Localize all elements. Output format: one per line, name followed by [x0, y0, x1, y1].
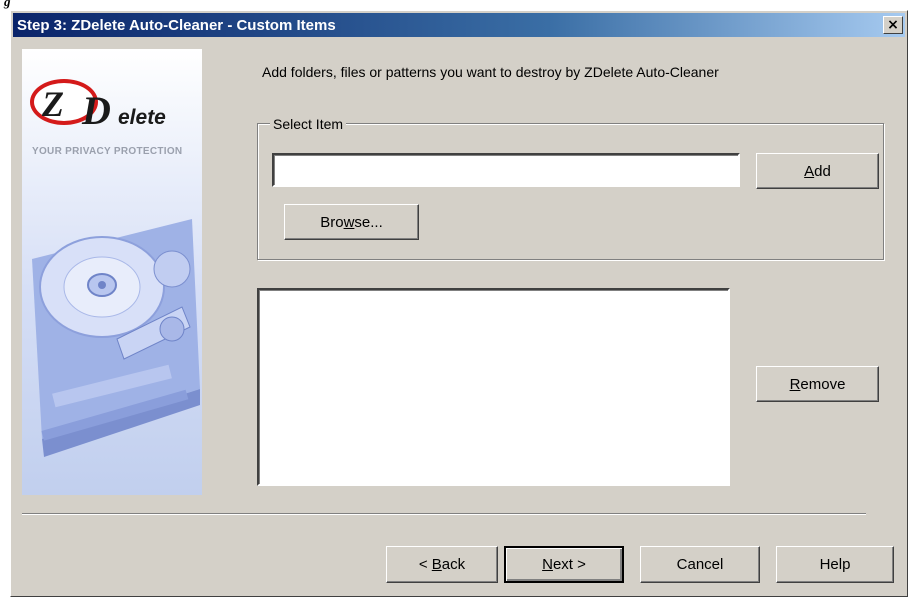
hard-drive-illustration	[32, 219, 200, 457]
back-button[interactable]: < Back	[386, 546, 498, 583]
logo-elete: elete	[118, 106, 166, 129]
side-banner: Z D elete YOUR PRIVACY PROTECTION	[22, 49, 202, 495]
browse-button-label: Browse...	[320, 213, 383, 231]
footer-separator	[22, 513, 866, 515]
add-button-label-rest: dd	[814, 162, 831, 180]
close-icon: ×	[887, 17, 899, 33]
window-title: Step 3: ZDelete Auto-Cleaner - Custom It…	[17, 17, 336, 34]
add-button[interactable]: Add	[756, 153, 879, 189]
cancel-button-label: Cancel	[676, 556, 724, 573]
figure-label: g	[4, 0, 11, 9]
close-button[interactable]: ×	[883, 16, 903, 34]
cancel-button[interactable]: Cancel	[640, 546, 760, 583]
add-button-mnemonic: A	[804, 162, 815, 180]
banner-tagline: YOUR PRIVACY PROTECTION	[32, 146, 183, 157]
logo-z: Z	[42, 84, 64, 124]
next-button[interactable]: Next >	[504, 546, 624, 583]
back-button-label: < Back	[418, 556, 466, 573]
help-button[interactable]: Help	[776, 546, 894, 583]
figure-label-strip: g	[0, 0, 910, 10]
logo-d: D	[82, 88, 111, 133]
custom-items-list[interactable]	[257, 288, 730, 486]
help-button-label: Help	[819, 556, 851, 573]
remove-button[interactable]: Remove	[756, 366, 879, 402]
item-path-input[interactable]	[272, 153, 740, 187]
browse-button[interactable]: Browse...	[284, 204, 419, 240]
select-item-group-label: Select Item	[270, 116, 347, 132]
instruction-text: Add folders, files or patterns you want …	[262, 64, 719, 80]
remove-button-label: Remove	[789, 375, 846, 393]
next-button-label: Next >	[542, 556, 586, 573]
title-bar[interactable]: Step 3: ZDelete Auto-Cleaner - Custom It…	[13, 13, 905, 37]
